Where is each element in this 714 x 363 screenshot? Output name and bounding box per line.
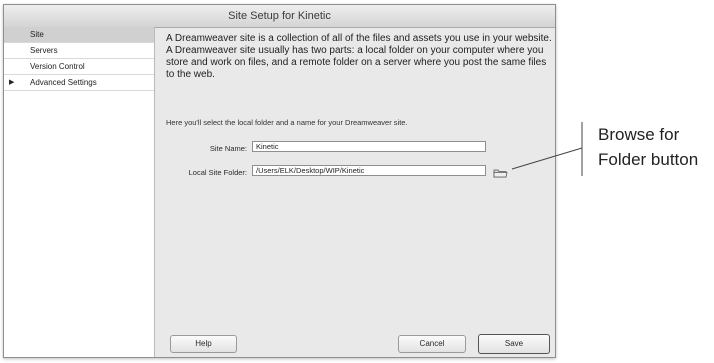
cancel-button[interactable]: Cancel (398, 335, 466, 353)
sidebar-item-label: Advanced Settings (30, 78, 97, 87)
folder-icon (493, 169, 507, 178)
sidebar-item-label: Version Control (30, 62, 85, 71)
main-content: A Dreamweaver site is a collection of al… (166, 27, 555, 357)
site-name-label: Site Name: (209, 144, 247, 153)
local-site-folder-label: Local Site Folder: (188, 168, 247, 177)
dialog-title: Site Setup for Kinetic (4, 5, 555, 28)
sidebar-item-advanced-settings[interactable]: ▶ Advanced Settings (4, 75, 154, 91)
sidebar-item-servers[interactable]: Servers (4, 43, 154, 59)
sidebar-item-site[interactable]: Site (4, 27, 154, 43)
browse-folder-button[interactable] (491, 167, 509, 179)
local-site-folder-input[interactable] (252, 165, 486, 176)
help-button[interactable]: Help (170, 335, 237, 353)
sidebar: Site Servers Version Control ▶ Advanced … (4, 27, 155, 357)
save-button[interactable]: Save (478, 334, 550, 354)
sidebar-item-version-control[interactable]: Version Control (4, 59, 154, 75)
callout-label: Browse for Folder button (598, 125, 699, 169)
hint-text: Here you'll select the local folder and … (166, 118, 408, 127)
site-name-input[interactable] (252, 141, 486, 152)
sidebar-item-label: Servers (30, 46, 58, 55)
site-setup-dialog: Site Setup for Kinetic Site Servers Vers… (3, 4, 556, 358)
sidebar-item-label: Site (30, 30, 44, 39)
disclosure-triangle-icon[interactable]: ▶ (9, 75, 14, 90)
intro-text: A Dreamweaver site is a collection of al… (166, 33, 552, 80)
